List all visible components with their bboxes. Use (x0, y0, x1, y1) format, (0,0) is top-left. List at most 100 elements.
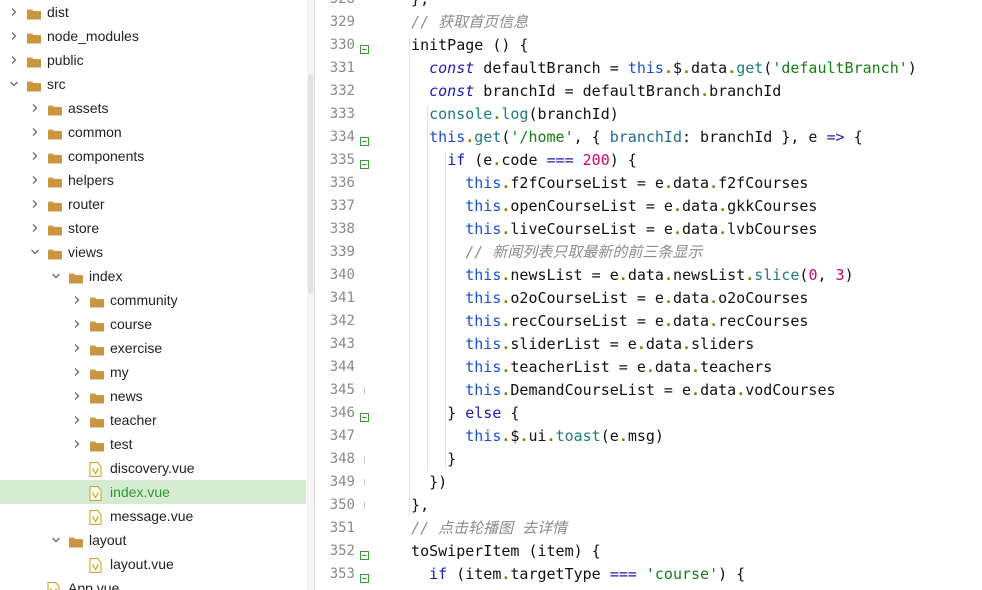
chevron-down-icon[interactable] (49, 264, 63, 288)
fold-minus-icon[interactable] (360, 547, 369, 560)
tree-folder-router[interactable]: router (0, 192, 306, 216)
tree-file-discovery-vue[interactable]: discovery.vue (0, 456, 306, 480)
tree-folder-src[interactable]: src (0, 72, 306, 96)
tree-folder-my[interactable]: my (0, 360, 306, 384)
fold-minus-icon[interactable] (360, 133, 369, 146)
tree-folder-teacher[interactable]: teacher (0, 408, 306, 432)
chevron-right-icon[interactable] (70, 336, 84, 360)
tree-item-label: public (47, 52, 84, 68)
chevron-right-icon[interactable] (7, 24, 21, 48)
chevron-right-icon[interactable] (28, 96, 42, 120)
code-line[interactable]: this.o2oCourseList = e.data.o2oCourses (393, 287, 808, 310)
tree-folder-dist[interactable]: dist (0, 0, 306, 24)
code-editor[interactable]: 328 329 330 331 332 333 334 335 336 337 338 339 340 3… (315, 0, 982, 590)
code-line[interactable]: console.log(branchId) (393, 103, 619, 126)
line-number: 347 (329, 428, 355, 444)
chevron-right-icon[interactable] (70, 360, 84, 384)
chevron-right-icon[interactable] (28, 192, 42, 216)
code-line[interactable]: } else { (393, 402, 519, 425)
code-line[interactable]: this.newsList = e.data.newsList.slice(0,… (393, 264, 853, 287)
code-line[interactable]: this.liveCourseList = e.data.lvbCourses (393, 218, 817, 241)
tree-folder-public[interactable]: public (0, 48, 306, 72)
chevron-right-icon[interactable] (28, 216, 42, 240)
chevron-right-icon[interactable] (70, 288, 84, 312)
chevron-right-icon[interactable] (7, 48, 21, 72)
code-line[interactable]: this.sliderList = e.data.sliders (393, 333, 754, 356)
fold-minus-icon[interactable] (360, 570, 369, 583)
tree-folder-helpers[interactable]: helpers (0, 168, 306, 192)
fold-minus-icon[interactable] (360, 41, 369, 54)
fold-minus-icon[interactable] (360, 156, 369, 169)
chevron-down-icon[interactable] (7, 72, 21, 96)
chevron-right-icon[interactable] (70, 312, 84, 336)
code-line[interactable]: this.recCourseList = e.data.recCourses (393, 310, 808, 333)
code-line[interactable]: toSwiperItem (item) { (393, 540, 601, 563)
chevron-down-icon[interactable] (49, 528, 63, 552)
tree-folder-layout[interactable]: layout (0, 528, 306, 552)
tree-folder-community[interactable]: community (0, 288, 306, 312)
code-token: this (465, 427, 502, 445)
scrollbar-thumb[interactable] (308, 74, 313, 294)
code-token: (e (465, 151, 493, 169)
code-line[interactable]: } (393, 448, 456, 471)
chevron-right-icon[interactable] (28, 144, 42, 168)
chevron-right-icon[interactable] (70, 408, 84, 432)
tree-item-label: node_modules (47, 28, 139, 44)
fold-minus-icon[interactable] (360, 409, 369, 422)
tree-folder-store[interactable]: store (0, 216, 306, 240)
code-line[interactable]: }, (393, 0, 429, 11)
chevron-right-icon[interactable] (28, 168, 42, 192)
code-token: const (429, 82, 475, 100)
tree-folder-views[interactable]: views (0, 240, 306, 264)
chevron-down-icon[interactable] (28, 240, 42, 264)
chevron-right-icon[interactable] (70, 384, 84, 408)
code-line[interactable]: if (e.code === 200) { (393, 149, 637, 172)
code-line[interactable]: }, (393, 494, 429, 517)
code-token: sliders (691, 335, 755, 353)
tree-folder-exercise[interactable]: exercise (0, 336, 306, 360)
code-token: ) (907, 59, 917, 77)
line-number: 338 (329, 221, 355, 237)
code-line[interactable]: this.$.ui.toast(e.msg) (393, 425, 664, 448)
tree-file-message-vue[interactable]: message.vue (0, 504, 306, 528)
tree-folder-index[interactable]: index (0, 264, 306, 288)
code-token: . (682, 59, 692, 77)
code-line[interactable]: }) (393, 471, 447, 494)
code-line[interactable]: this.teacherList = e.data.teachers (393, 356, 772, 379)
code-line[interactable]: // 点击轮播图 去详情 (393, 517, 567, 540)
code-line[interactable]: if (item.targetType === 'course') { (393, 563, 745, 586)
chevron-right-icon[interactable] (70, 432, 84, 456)
code-line[interactable]: this.get('/home', { branchId: branchId }… (393, 126, 863, 149)
line-number: 349 (329, 474, 355, 490)
line-number: 342 (329, 313, 355, 329)
tree-folder-news[interactable]: news (0, 384, 306, 408)
tree-folder-assets[interactable]: assets (0, 96, 306, 120)
tree-item-label: teacher (110, 412, 157, 428)
code-line[interactable]: // 新闻列表只取最新的前三条显示 (393, 241, 702, 264)
file-tree-scrollbar[interactable] (307, 0, 314, 590)
code-line[interactable]: this.f2fCourseList = e.data.f2fCourses (393, 172, 808, 195)
tree-file-layout-vue[interactable]: layout.vue (0, 552, 306, 576)
code-token: 200 (582, 151, 610, 169)
tree-folder-course[interactable]: course (0, 312, 306, 336)
tree-folder-components[interactable]: components (0, 144, 306, 168)
code-line[interactable]: // 获取首页信息 (393, 11, 528, 34)
code-line[interactable]: const branchId = defaultBranch.branchId (393, 80, 781, 103)
chevron-right-icon[interactable] (28, 120, 42, 144)
code-line[interactable]: this.DemandCourseList = e.data.vodCourse… (393, 379, 835, 402)
code-token: ui (528, 427, 547, 445)
tree-item-label: discovery.vue (110, 460, 195, 476)
code-line[interactable]: initPage () { (393, 34, 528, 57)
tree-folder-test[interactable]: test (0, 432, 306, 456)
tree-file-App-vue[interactable]: App.vue (0, 576, 306, 590)
chevron-right-icon[interactable] (7, 0, 21, 24)
tree-folder-common[interactable]: common (0, 120, 306, 144)
code-area[interactable]: }, // 获取首页信息 initPage () { const default… (393, 0, 982, 590)
tree-file-index-vue[interactable]: index.vue (0, 480, 306, 504)
tree-folder-node_modules[interactable]: node_modules (0, 24, 306, 48)
code-line[interactable]: this.openCourseList = e.data.gkkCourses (393, 195, 817, 218)
code-line[interactable]: const defaultBranch = this.$.data.get('d… (393, 57, 917, 80)
